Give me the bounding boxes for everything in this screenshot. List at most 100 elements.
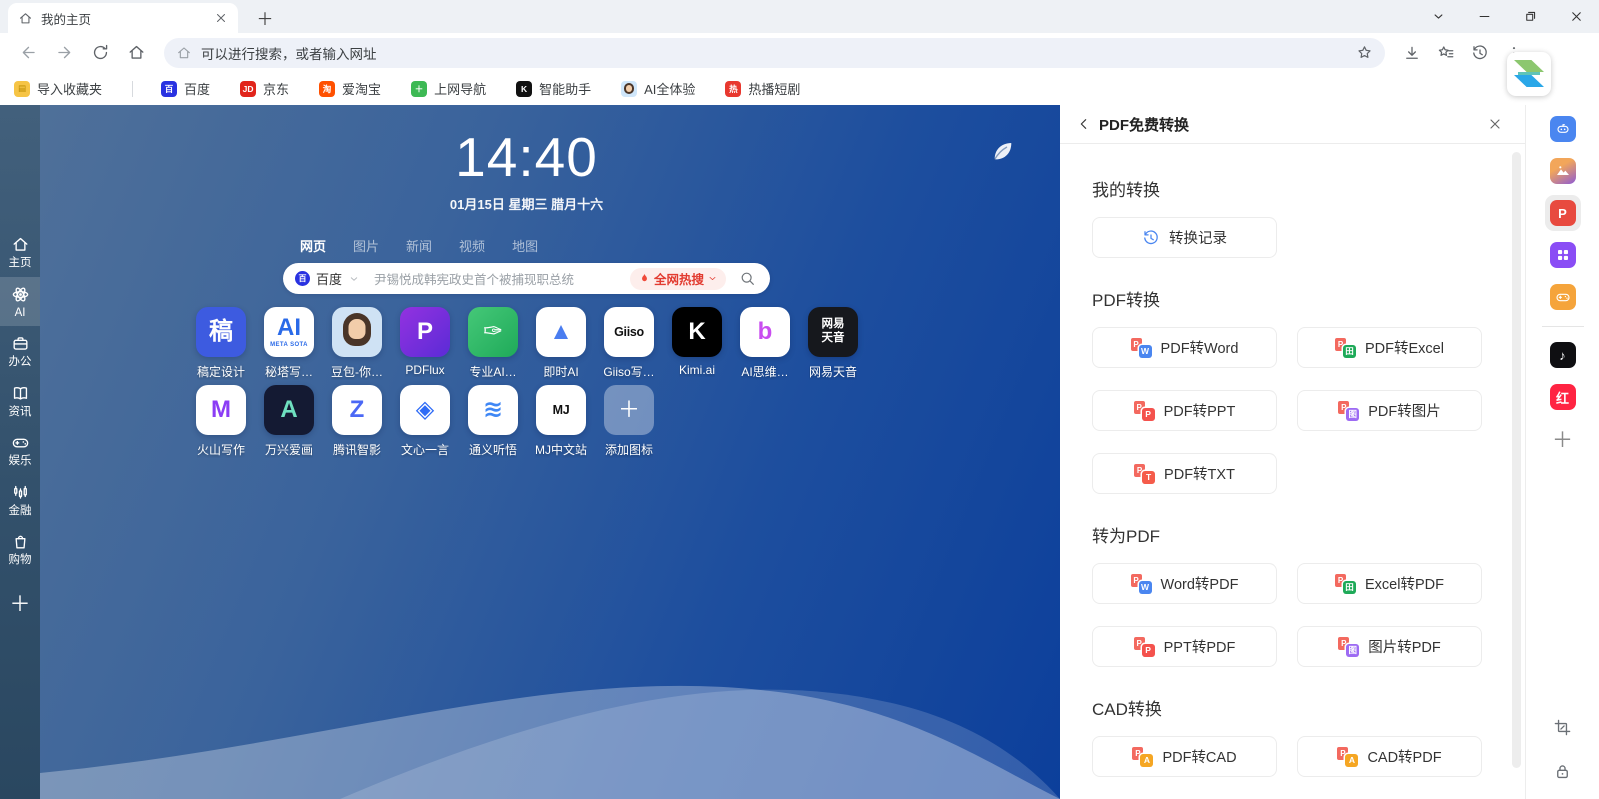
search-tab[interactable]: 新闻 xyxy=(406,236,432,255)
panel-scrollbar[interactable] xyxy=(1512,152,1521,768)
browser-tab[interactable]: 我的主页 xyxy=(8,3,238,33)
bookmark-star-icon[interactable] xyxy=(1356,44,1373,61)
app-shortcut[interactable]: ✑ 专业AI… xyxy=(459,307,527,380)
sidebar-add-button[interactable]: ＋ xyxy=(10,588,31,618)
search-tab[interactable]: 图片 xyxy=(353,236,379,255)
forward-button[interactable] xyxy=(46,37,82,69)
douyin[interactable]: ♪ xyxy=(1545,337,1581,373)
panel-close-icon[interactable] xyxy=(1487,116,1503,132)
conversion-button[interactable]: P 田 PDF转Excel xyxy=(1297,327,1482,368)
bookmark-label: 热播短剧 xyxy=(748,79,800,98)
sidebar-item[interactable]: 资讯 xyxy=(0,376,40,426)
conversion-button[interactable]: P W PDF转Word xyxy=(1092,327,1277,368)
browser-window: 我的主页 ＋ 可以进行搜索，或者输入网址 xyxy=(0,0,1599,799)
app-shortcut[interactable]: K Kimi.ai xyxy=(663,307,731,380)
app-shortcut[interactable]: MJ MJ中文站 xyxy=(527,385,595,458)
section-heading: 我的转换 xyxy=(1092,176,1482,201)
pdf-convert[interactable]: P xyxy=(1545,195,1581,231)
conversion-button[interactable]: P 图 图片转PDF xyxy=(1297,626,1482,667)
conversion-button[interactable]: P A PDF转CAD xyxy=(1092,736,1277,777)
app-shortcut[interactable]: ◈ 文心一言 xyxy=(391,385,459,458)
app-shortcut[interactable]: P PDFlux xyxy=(391,307,459,380)
conversion-button[interactable]: P A CAD转PDF xyxy=(1297,736,1482,777)
tab-title: 我的主页 xyxy=(41,9,206,28)
apps-row-2: M 火山写作 A 万兴爱画 xyxy=(187,385,867,463)
conversion-button[interactable]: P W Word转PDF xyxy=(1092,563,1277,604)
app-shortcut[interactable]: Z 腾讯智影 xyxy=(323,385,391,458)
search-icon[interactable] xyxy=(739,270,756,287)
app-shortcut[interactable]: A 万兴爱画 xyxy=(255,385,323,458)
dock-top: P xyxy=(1545,111,1581,321)
browser-menu-chevron[interactable] xyxy=(1415,0,1461,33)
home-button[interactable] xyxy=(118,37,154,69)
conversion-button[interactable]: P 图 PDF转图片 xyxy=(1297,390,1482,431)
reload-button[interactable] xyxy=(82,37,118,69)
gamepad-icon xyxy=(1555,289,1571,305)
search-tab[interactable]: 地图 xyxy=(512,236,538,255)
screenshot-crop-icon[interactable] xyxy=(1547,711,1579,743)
app-shortcut[interactable]: ＋ 添加图标 xyxy=(595,385,663,458)
hot-search-button[interactable]: 全网热搜 xyxy=(630,268,726,290)
engine-chevron-icon[interactable] xyxy=(348,273,360,285)
leaf-skin-icon[interactable] xyxy=(989,138,1016,165)
conversion-button[interactable]: P P PPT转PDF xyxy=(1092,626,1277,667)
app-shortcut[interactable]: M 火山写作 xyxy=(187,385,255,458)
bookmark-item[interactable]: ＋ 上网导航 xyxy=(411,79,486,98)
sidebar-item[interactable]: 金融 xyxy=(0,475,40,525)
home-icon xyxy=(18,11,33,26)
lock-icon[interactable] xyxy=(1547,755,1579,787)
xiaohongshu[interactable]: 红 xyxy=(1545,379,1581,415)
search-tab[interactable]: 网页 xyxy=(300,236,326,255)
app-shortcut[interactable]: Giiso Giiso写… xyxy=(595,307,663,380)
app-shortcut[interactable]: 网易天音 网易天音 xyxy=(799,307,867,380)
app-box[interactable] xyxy=(1545,237,1581,273)
bookmark-item[interactable]: 热 热播短剧 xyxy=(725,79,800,98)
bookmark-item[interactable]: 百 百度 xyxy=(161,79,210,98)
import-bookmarks[interactable]: ▤ 导入收藏夹 xyxy=(14,79,102,98)
wallpaper[interactable] xyxy=(1545,153,1581,189)
sidebar-item[interactable]: 主页 xyxy=(0,227,40,277)
tab-close-icon[interactable] xyxy=(214,11,228,25)
sidebar-item[interactable]: 办公 xyxy=(0,326,40,376)
sidebar-item[interactable]: AI xyxy=(0,277,40,327)
search-tab[interactable]: 视频 xyxy=(459,236,485,255)
app-shortcut[interactable]: ≋ 通义听悟 xyxy=(459,385,527,458)
conversion-icon: P A xyxy=(1337,747,1358,767)
tab-bar: 我的主页 ＋ xyxy=(0,0,1599,33)
bookmark-label: 上网导航 xyxy=(434,79,486,98)
conversion-button[interactable]: P 田 Excel转PDF xyxy=(1297,563,1482,604)
close-button[interactable] xyxy=(1553,0,1599,33)
bookmark-favicon: 热 xyxy=(725,81,741,97)
history-button[interactable] xyxy=(1463,37,1497,69)
game-center[interactable] xyxy=(1545,279,1581,315)
bookmark-item[interactable]: AI全体验 xyxy=(621,79,695,98)
bookmark-item[interactable]: 淘 爱淘宝 xyxy=(319,79,381,98)
address-bar[interactable]: 可以进行搜索，或者输入网址 xyxy=(164,38,1385,68)
back-chevron-icon[interactable] xyxy=(1076,116,1092,132)
conversion-history-button[interactable]: 转换记录 xyxy=(1092,217,1277,258)
bookmark-item[interactable]: K 智能助手 xyxy=(516,79,591,98)
app-shortcut[interactable]: 稿 稿定设计 xyxy=(187,307,255,380)
downloads-button[interactable] xyxy=(1395,37,1429,69)
favorites-button[interactable] xyxy=(1429,37,1463,69)
search-bar[interactable]: 百 百度 尹锡悦成韩宪政史首个被捕现职总统 全网热搜 xyxy=(283,263,770,294)
sidebar-item[interactable]: 娱乐 xyxy=(0,425,40,475)
conversion-button[interactable]: P T PDF转TXT xyxy=(1092,453,1277,494)
bookmark-favicon xyxy=(621,81,637,97)
grid4-icon xyxy=(1555,247,1571,263)
back-button[interactable] xyxy=(10,37,46,69)
app-shortcut[interactable]: b AI思维… xyxy=(731,307,799,380)
new-tab-button[interactable]: ＋ xyxy=(252,4,278,30)
ai-assistant[interactable] xyxy=(1545,111,1581,147)
browser-assistant-logo[interactable] xyxy=(1507,52,1551,96)
bookmark-item[interactable]: JD 京东 xyxy=(240,79,289,98)
bookmarks-divider xyxy=(132,81,133,97)
conversion-button[interactable]: P P PDF转PPT xyxy=(1092,390,1277,431)
sidebar-item[interactable]: 购物 xyxy=(0,524,40,574)
add-app[interactable]: ＋ xyxy=(1545,421,1581,457)
minimize-button[interactable] xyxy=(1461,0,1507,33)
restore-button[interactable] xyxy=(1507,0,1553,33)
app-shortcut[interactable]: ▲ 即时AI xyxy=(527,307,595,380)
app-shortcut[interactable]: 豆包-你… xyxy=(323,307,391,380)
app-shortcut[interactable]: AI META SOTA 秘塔写… xyxy=(255,307,323,380)
